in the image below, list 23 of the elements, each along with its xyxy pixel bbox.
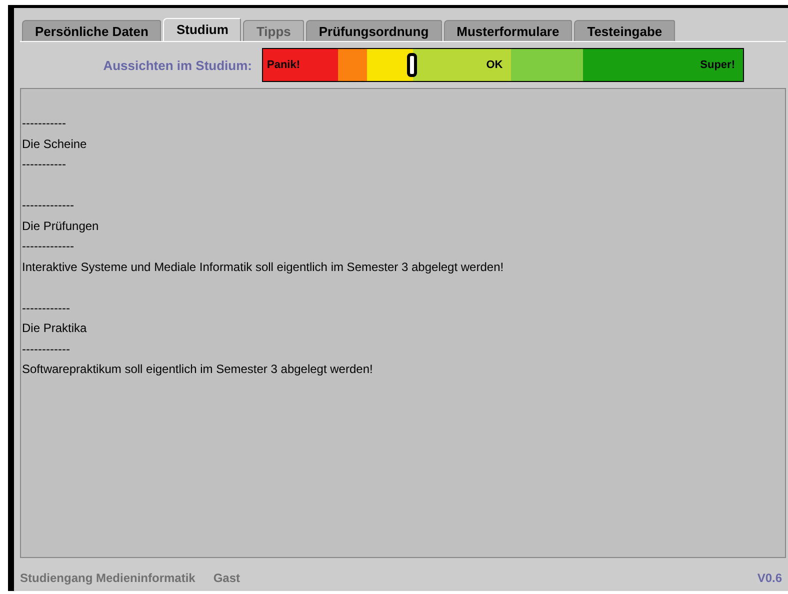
program-name: Studiengang Medieninformatik bbox=[20, 571, 196, 585]
meter-label: Aussichten im Studium: bbox=[102, 58, 252, 72]
meter-text: OK bbox=[486, 59, 504, 71]
version-label: V0.6 bbox=[757, 571, 783, 585]
rule-text: ------------ bbox=[22, 340, 71, 358]
rule-text: ------------ bbox=[22, 300, 71, 316]
tab[interactable]: Persönliche Daten bbox=[22, 20, 162, 41]
body-text: Interaktive Systeme und Mediale Informatik soll eigentlich im Semester 3 abgelegt werden! bbox=[22, 258, 505, 276]
tab[interactable]: Musterformulare bbox=[444, 20, 572, 41]
section-title: Die Praktika bbox=[22, 320, 88, 337]
tab[interactable]: Testeingabe bbox=[574, 20, 676, 41]
rule-text: ----------- bbox=[22, 156, 67, 173]
section-title: Die Scheine bbox=[22, 136, 88, 152]
meter-text: Super! bbox=[700, 59, 736, 71]
user-name: Gast bbox=[213, 571, 240, 585]
rule-text: ----------- bbox=[22, 115, 67, 132]
tab[interactable]: Prüfungsordnung bbox=[306, 20, 442, 41]
meter-text: Panik! bbox=[266, 59, 300, 71]
rule-text: ------------- bbox=[22, 238, 75, 255]
rule-text: ------------- bbox=[22, 197, 75, 214]
section-title: Die Prüfungen bbox=[22, 218, 100, 234]
body-text: Softwarepraktikum soll eigentlich im Semester 3 abgelegt werden! bbox=[22, 361, 374, 378]
tab[interactable]: Studium bbox=[163, 18, 242, 41]
